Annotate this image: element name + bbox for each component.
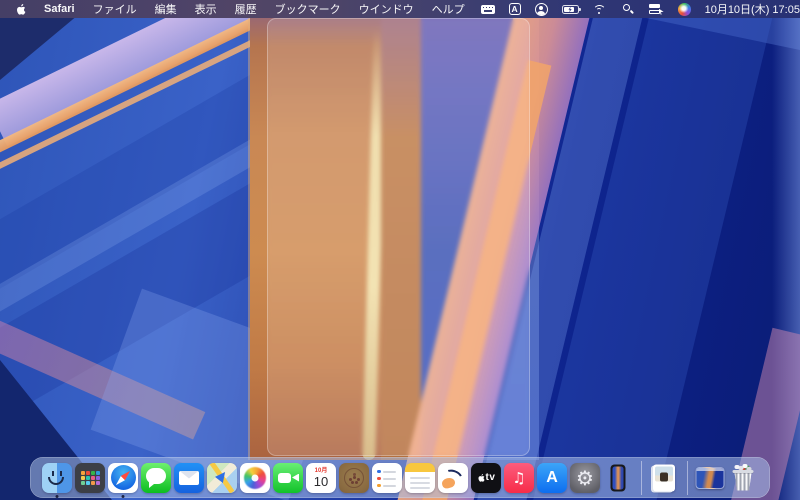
screen-sharing-icon xyxy=(648,3,664,15)
dock-item-messages[interactable] xyxy=(141,462,171,493)
menu-help[interactable]: ヘルプ xyxy=(423,0,474,18)
dock-item-photos[interactable] xyxy=(240,462,270,493)
user-account-icon xyxy=(534,2,548,16)
dock-item-maps[interactable] xyxy=(207,462,237,493)
menu-file[interactable]: ファイル xyxy=(84,0,146,18)
maps-icon xyxy=(207,462,237,493)
running-indicator xyxy=(121,494,125,498)
dock-item-facetime[interactable] xyxy=(273,462,303,493)
cursor-arrow-icon xyxy=(658,8,664,15)
music-note-glyph: ♫ xyxy=(512,468,526,487)
spotlight-status-item[interactable] xyxy=(615,0,642,18)
facetime-icon xyxy=(273,462,303,493)
music-icon: ♫ xyxy=(504,462,534,493)
safari-icon xyxy=(108,462,138,493)
input-source-status-item[interactable]: A xyxy=(502,0,528,18)
apple-menu[interactable] xyxy=(6,0,35,18)
dock-item-finder[interactable] xyxy=(42,462,72,498)
iphone-mirroring-icon xyxy=(603,463,633,493)
apple-tv-label: tv xyxy=(485,472,496,483)
dock-item-downloads-stack[interactable] xyxy=(649,463,679,493)
trash-rim xyxy=(732,469,754,473)
apple-logo-icon xyxy=(17,3,26,15)
dock-item-trash[interactable] xyxy=(728,463,758,493)
spotlight-search-icon xyxy=(622,3,635,16)
menu-bar: Safari ファイル 編集 表示 履歴 ブックマーク ウインドウ ヘルプ A xyxy=(0,0,800,18)
active-app-menu[interactable]: Safari xyxy=(35,0,84,18)
siri-icon xyxy=(677,2,691,16)
keyboard-status-item[interactable] xyxy=(474,0,502,18)
dock: 10月 10 tv ♫ A ⚙ xyxy=(30,457,770,498)
dock-item-safari[interactable] xyxy=(108,462,138,498)
desktop: Safari ファイル 編集 表示 履歴 ブックマーク ウインドウ ヘルプ A xyxy=(0,0,800,500)
menu-view[interactable]: 表示 xyxy=(186,0,226,18)
dock-item-minimized-window[interactable] xyxy=(695,463,725,493)
apple-tv-icon: tv xyxy=(471,462,501,493)
dock-item-notes[interactable] xyxy=(405,462,435,493)
battery-status-item[interactable] xyxy=(555,0,586,18)
calendar-icon: 10月 10 xyxy=(306,462,336,493)
dock-separator xyxy=(686,460,688,495)
running-indicator xyxy=(55,494,59,498)
dock-item-emblem-app[interactable] xyxy=(339,462,369,493)
user-account-status-item[interactable] xyxy=(528,0,555,18)
messages-icon xyxy=(141,462,171,493)
calendar-day-label: 10 xyxy=(313,473,329,489)
trash-full-icon xyxy=(728,463,758,493)
screen-sharing-status-item[interactable] xyxy=(642,0,671,18)
photos-icon xyxy=(240,462,270,493)
menu-edit[interactable]: 編集 xyxy=(146,0,186,18)
dock-item-app-store[interactable]: A xyxy=(537,462,567,493)
siri-status-item[interactable] xyxy=(671,0,698,18)
dock-item-music[interactable]: ♫ xyxy=(504,462,534,493)
input-source-icon: A xyxy=(508,3,521,15)
trash-papers xyxy=(734,464,739,469)
charging-bolt-icon xyxy=(568,6,572,13)
reminders-icon xyxy=(372,462,402,493)
selection-overlay-region[interactable] xyxy=(267,18,530,456)
system-settings-icon: ⚙ xyxy=(570,462,600,493)
dock-item-apple-tv[interactable]: tv xyxy=(471,462,501,493)
mail-icon xyxy=(174,462,204,493)
launchpad-icon xyxy=(75,462,105,493)
keyboard-icon xyxy=(480,4,495,14)
minimized-window-thumbnail xyxy=(695,463,725,493)
battery-charging-icon xyxy=(561,4,581,14)
menu-history[interactable]: 履歴 xyxy=(226,0,266,18)
dock-item-iphone-mirroring[interactable] xyxy=(603,463,633,493)
dock-item-freeform[interactable] xyxy=(438,462,468,493)
dock-item-reminders[interactable] xyxy=(372,462,402,493)
downloads-stack-icon xyxy=(649,463,679,493)
notes-icon xyxy=(405,462,435,493)
menu-window[interactable]: ウインドウ xyxy=(350,0,423,18)
dock-item-system-settings[interactable]: ⚙ xyxy=(570,462,600,493)
freeform-icon xyxy=(438,462,468,493)
finder-icon xyxy=(42,462,72,493)
dock-item-launchpad[interactable] xyxy=(75,462,105,493)
dock-separator xyxy=(640,460,642,495)
apple-logo-icon xyxy=(478,473,485,482)
wifi-icon xyxy=(592,4,608,15)
menu-bar-clock[interactable]: 10月10日(木) 17:05 xyxy=(698,0,800,18)
dock-item-mail[interactable] xyxy=(174,462,204,493)
gear-icon: ⚙ xyxy=(576,465,594,490)
trash-basket xyxy=(734,470,752,491)
menu-bookmarks[interactable]: ブックマーク xyxy=(266,0,350,18)
app-store-label: A xyxy=(546,468,558,486)
emblem-app-icon xyxy=(339,462,369,493)
dock-item-calendar[interactable]: 10月 10 xyxy=(306,462,336,493)
wifi-status-item[interactable] xyxy=(586,0,615,18)
app-store-icon: A xyxy=(537,462,567,493)
